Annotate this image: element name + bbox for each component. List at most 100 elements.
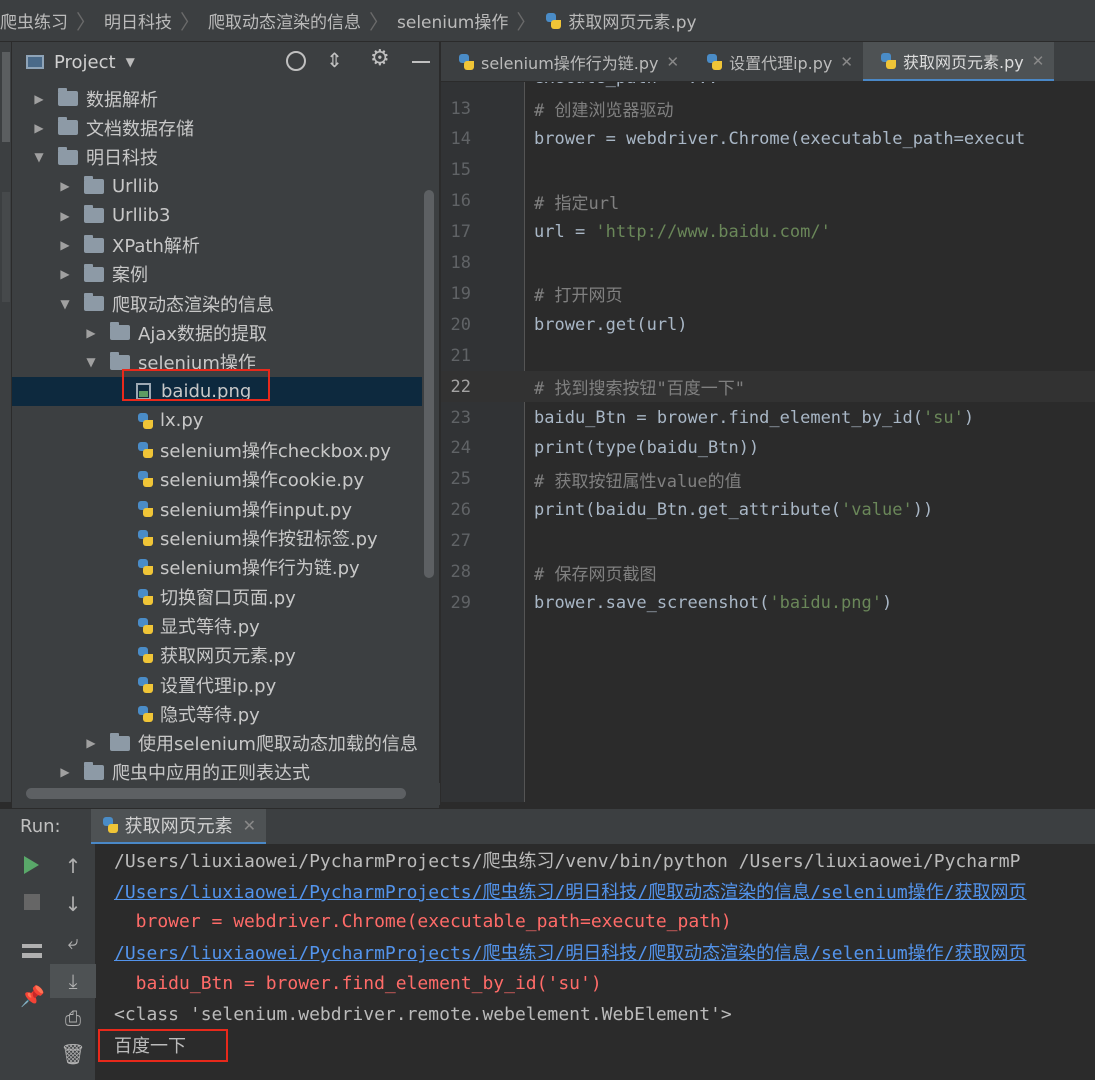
pin-icon[interactable]: 📌: [20, 984, 45, 1008]
code-text: brower.get(url): [534, 314, 688, 335]
tree-folder[interactable]: ▶ 文档数据存储: [12, 113, 422, 142]
run-tab[interactable]: 获取网页元素 ✕: [90, 808, 266, 845]
soft-wrap-icon[interactable]: ⤶: [50, 930, 96, 954]
trash-icon[interactable]: 🗑: [50, 1042, 96, 1066]
scroll-to-end-icon[interactable]: ⤓: [50, 964, 96, 998]
tree-item-label: 数据解析: [86, 89, 158, 111]
python-file-icon: [136, 705, 154, 723]
close-icon[interactable]: ✕: [667, 53, 680, 71]
tree-file[interactable]: selenium操作checkbox.py: [12, 436, 422, 465]
breadcrumb-item[interactable]: 明日科技: [96, 8, 172, 33]
tree-file[interactable]: 显式等待.py: [12, 611, 422, 640]
arrow-down-icon[interactable]: ↓: [50, 892, 96, 916]
chevron-down-icon[interactable]: ▼: [58, 297, 72, 311]
folder-icon: [84, 263, 104, 282]
editor-tab[interactable]: selenium操作行为链.py ✕: [441, 42, 689, 81]
breadcrumb: 爬虫练习〉明日科技〉爬取动态渲染的信息〉 selenium操作〉获取网页元素.py: [0, 0, 1095, 42]
gear-icon[interactable]: ⚙: [370, 46, 390, 71]
structure-side-tab[interactable]: [2, 192, 10, 302]
tree-item-label: selenium操作cookie.py: [160, 470, 365, 492]
chevron-right-icon[interactable]: ▶: [58, 765, 72, 779]
tree-folder[interactable]: ▶ 数据解析: [12, 84, 422, 113]
console-file-link[interactable]: /Users/liuxiaowei/PycharmProjects/爬虫练习/明…: [114, 876, 1027, 906]
chevron-down-icon[interactable]: ▼: [32, 150, 46, 164]
chevron-down-icon[interactable]: ▼: [84, 355, 98, 369]
code-editor[interactable]: execute_path = ... 13 # 创建浏览器驱动 14 brower =…: [441, 82, 1095, 802]
editor-tab[interactable]: 设置代理ip.py ✕: [689, 42, 863, 81]
collapse-icon[interactable]: ⇕: [326, 48, 343, 72]
rerun-icon[interactable]: [24, 856, 39, 874]
tree-item-label: selenium操作input.py: [160, 499, 352, 521]
breadcrumb-label: 爬取动态渲染的信息: [208, 13, 361, 33]
tree-folder[interactable]: ▶ Urllib: [12, 172, 422, 201]
tree-item-label: selenium操作按钮标签.py: [160, 529, 378, 550]
stop-icon[interactable]: [24, 894, 40, 910]
close-icon[interactable]: ✕: [840, 53, 853, 71]
breadcrumb-item-root[interactable]: 爬虫练习: [0, 8, 68, 33]
python-file-icon: [136, 617, 154, 635]
chevron-right-icon[interactable]: ▶: [84, 736, 98, 750]
chevron-right-icon[interactable]: ▶: [58, 209, 72, 223]
folder-icon: [110, 351, 130, 370]
code-line: 19 # 打开网页: [441, 278, 1095, 309]
highlight-box-baidu-png: [122, 369, 270, 401]
chevron-right-icon[interactable]: ▶: [84, 326, 98, 340]
close-icon[interactable]: ✕: [243, 816, 256, 835]
tree-file[interactable]: 切换窗口页面.py: [12, 582, 422, 611]
tree-folder[interactable]: ▶ Urllib3: [12, 201, 422, 230]
chevron-right-icon[interactable]: ▶: [32, 121, 46, 135]
chevron-right-icon[interactable]: ▶: [58, 179, 72, 193]
target-icon[interactable]: [286, 51, 306, 71]
editor-tabs: selenium操作行为链.py ✕ 设置代理ip.py ✕ 获取网页元素.py ✕: [441, 42, 1095, 82]
tree-item-label: Urllib: [112, 175, 160, 197]
tree-item-label: 显式等待.py: [160, 616, 260, 638]
arrow-up-icon[interactable]: ↑: [50, 854, 96, 878]
tree-folder[interactable]: ▼ 明日科技: [12, 143, 422, 172]
tree-folder[interactable]: ▶ 使用selenium爬取动态加载的信息: [12, 729, 422, 758]
tree-folder[interactable]: ▼ 爬取动态渲染的信息: [12, 289, 422, 318]
chevron-right-icon[interactable]: ▶: [32, 92, 46, 106]
tree-file[interactable]: selenium操作按钮标签.py: [12, 524, 422, 553]
console-file-link[interactable]: /Users/liuxiaowei/PycharmProjects/爬虫练习/明…: [114, 937, 1027, 967]
python-file-icon: [136, 588, 154, 606]
tree-file[interactable]: lx.py: [12, 406, 422, 435]
chevron-right-icon[interactable]: ▶: [58, 267, 72, 281]
breadcrumb-item[interactable]: selenium操作: [389, 8, 508, 33]
breadcrumb-separator-icon: 〉: [369, 10, 389, 34]
tree-file[interactable]: selenium操作input.py: [12, 494, 422, 523]
line-number: 16: [450, 191, 471, 212]
breadcrumb-item[interactable]: 爬取动态渲染的信息: [200, 8, 361, 33]
tree-file[interactable]: selenium操作cookie.py: [12, 465, 422, 494]
tree-file[interactable]: 获取网页元素.py: [12, 641, 422, 670]
run-toolbar-right: ↑ ↓ ⤶ ⤓ ⎙ 🗑: [50, 844, 96, 1080]
chevron-down-icon[interactable]: ▼: [126, 55, 135, 69]
close-icon[interactable]: ✕: [1032, 52, 1045, 70]
tree-scrollbar[interactable]: [424, 190, 434, 578]
minimize-icon[interactable]: [412, 61, 430, 63]
print-icon[interactable]: ⎙: [50, 1006, 96, 1030]
tree-file[interactable]: 设置代理ip.py: [12, 670, 422, 699]
line-number: 20: [450, 314, 471, 335]
tree-file[interactable]: selenium操作行为链.py: [12, 553, 422, 582]
breadcrumb-item[interactable]: 获取网页元素.py: [536, 8, 697, 33]
left-tool-strip: [0, 42, 12, 802]
tree-folder[interactable]: ▶ Ajax数据的提取: [12, 318, 422, 347]
tree-file[interactable]: 隐式等待.py: [12, 699, 422, 728]
project-title[interactable]: Project: [54, 52, 116, 73]
layout-icon[interactable]: [22, 944, 42, 958]
code-line: 14 brower = webdriver.Chrome(executable_p…: [441, 124, 1095, 155]
tree-folder[interactable]: ▶ 案例: [12, 260, 422, 289]
tree-folder[interactable]: ▶ XPath解析: [12, 231, 422, 260]
folder-icon: [58, 88, 78, 106]
folder-icon: [84, 761, 104, 780]
python-file-icon: [544, 12, 562, 30]
run-console[interactable]: /Users/liuxiaowei/PycharmProjects/爬虫练习/v…: [96, 844, 1095, 1080]
code-line: 27: [441, 526, 1095, 557]
project-side-tab[interactable]: [2, 52, 10, 142]
tree-item-label: 爬取动态渲染的信息: [112, 294, 274, 316]
code-line: 20 brower.get(url): [441, 309, 1095, 340]
horizontal-scrollbar[interactable]: [26, 788, 406, 799]
chevron-right-icon[interactable]: ▶: [58, 238, 72, 252]
code-line: 24 print(type(baidu_Btn)): [441, 433, 1095, 464]
editor-tab[interactable]: 获取网页元素.py ✕: [862, 42, 1055, 81]
